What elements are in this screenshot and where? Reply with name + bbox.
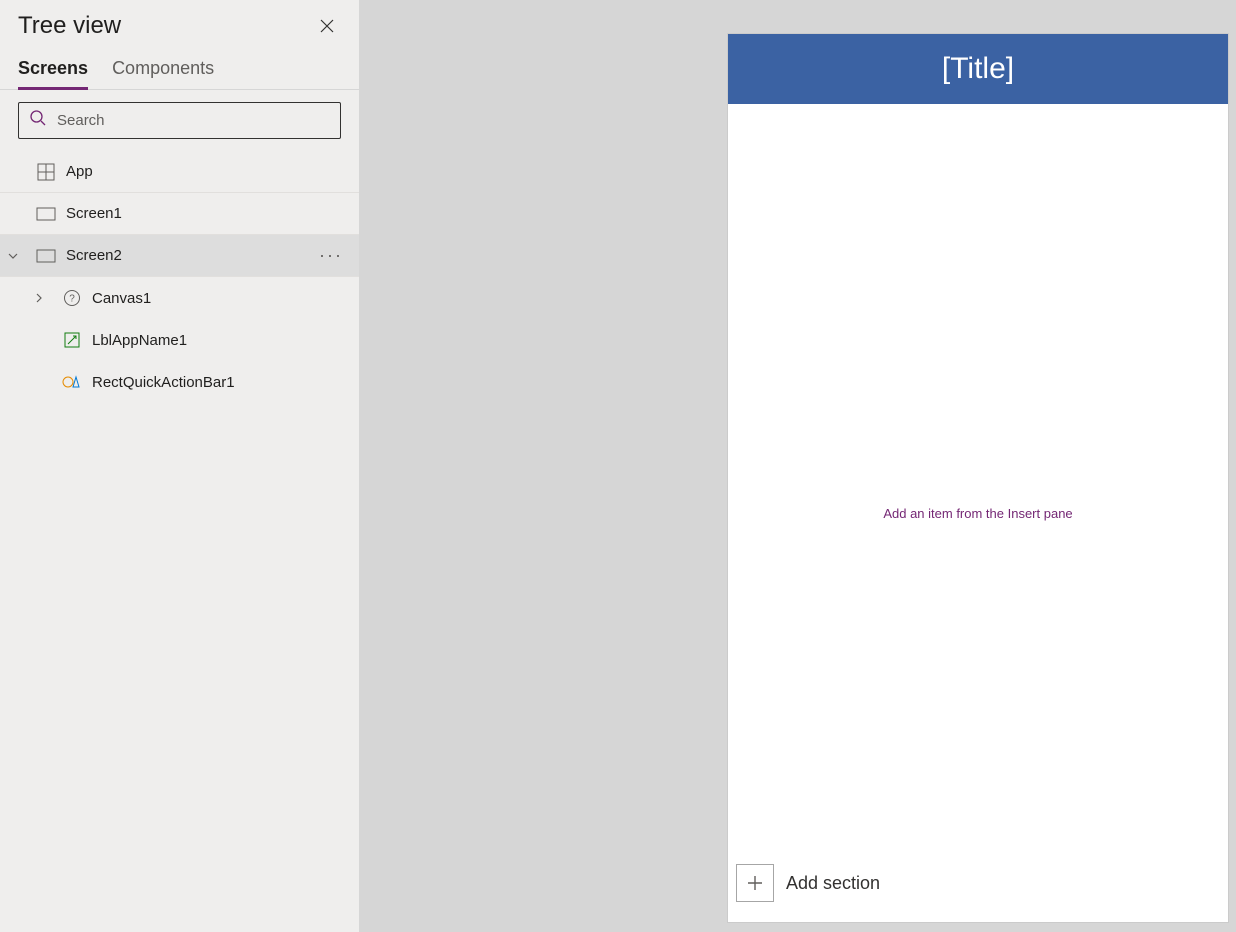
canvas-area: [Title] Add an item from the Insert pane… (360, 0, 1236, 932)
chevron-down-icon[interactable] (0, 250, 26, 262)
add-section-label: Add section (786, 873, 880, 894)
search-box[interactable] (18, 102, 341, 139)
tree-item-rectquickactionbar1[interactable]: RectQuickActionBar1 (0, 361, 359, 403)
tree-list: App Screen1 Screen2 ··· (0, 151, 359, 932)
shape-icon (62, 372, 82, 392)
title-bar-text: [Title] (942, 52, 1014, 86)
tree-item-label: App (66, 163, 347, 180)
search-container (0, 90, 359, 151)
search-icon (29, 109, 47, 132)
close-icon (319, 18, 335, 34)
tree-item-screen2[interactable]: Screen2 ··· (0, 235, 359, 277)
tree-item-label: LblAppName1 (92, 332, 347, 349)
tree-item-screen1[interactable]: Screen1 (0, 193, 359, 235)
phone-canvas[interactable]: [Title] Add an item from the Insert pane… (728, 34, 1228, 922)
help-icon: ? (62, 288, 82, 308)
label-icon (62, 330, 82, 350)
more-button[interactable]: ··· (315, 245, 347, 266)
tree-view-title: Tree view (18, 12, 121, 40)
tree-item-app[interactable]: App (0, 151, 359, 193)
tabs: Screens Components (0, 44, 359, 90)
tree-item-canvas1[interactable]: ? Canvas1 (0, 277, 359, 319)
screen-icon (36, 204, 56, 224)
canvas-body: Add an item from the Insert pane Add sec… (728, 104, 1228, 922)
chevron-right-icon[interactable] (26, 292, 52, 304)
tree-item-label: Screen2 (66, 247, 305, 264)
add-section-button[interactable]: Add section (736, 864, 880, 902)
tab-components[interactable]: Components (112, 58, 214, 89)
app-icon (36, 162, 56, 182)
tree-view-panel: Tree view Screens Components (0, 0, 360, 932)
svg-text:?: ? (69, 294, 75, 305)
tree-item-lblappname1[interactable]: LblAppName1 (0, 319, 359, 361)
tree-header: Tree view (0, 0, 359, 44)
close-button[interactable] (313, 12, 341, 40)
plus-icon (736, 864, 774, 902)
screen-icon (36, 246, 56, 266)
app-root: Tree view Screens Components (0, 0, 1236, 932)
tree-item-label: Screen1 (66, 205, 347, 222)
insert-hint-link[interactable]: Add an item from the Insert pane (883, 506, 1072, 521)
tab-screens[interactable]: Screens (18, 58, 88, 89)
search-input[interactable] (57, 112, 330, 129)
tree-item-label: RectQuickActionBar1 (92, 374, 347, 391)
tree-item-label: Canvas1 (92, 290, 347, 307)
title-bar: [Title] (728, 34, 1228, 104)
